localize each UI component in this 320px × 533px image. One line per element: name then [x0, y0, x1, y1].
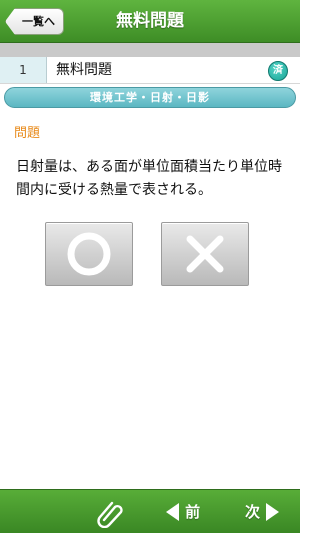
completed-badge: 済	[268, 61, 288, 81]
question-number: 1	[0, 57, 47, 83]
question-text: 日射量は、ある面が単位面積当たり単位時間内に受ける熱量で表される。	[16, 159, 282, 198]
circle-icon	[67, 232, 111, 276]
paperclip-icon	[97, 501, 123, 529]
question-title: 無料問題	[56, 62, 112, 78]
cross-icon	[186, 235, 224, 273]
top-bar: 一覧へ 無料問題	[0, 0, 300, 43]
previous-button[interactable]: 前	[164, 500, 200, 524]
previous-label: 前	[185, 503, 201, 521]
attachment-button[interactable]	[94, 496, 126, 529]
category-label: 環境工学・日射・日影	[4, 87, 296, 108]
chevron-left-icon	[166, 503, 179, 521]
chevron-right-icon	[266, 503, 280, 521]
next-label: 次	[245, 503, 261, 521]
bottom-toolbar: 前 次	[0, 489, 300, 533]
question-row: 1 無料問題 済	[0, 57, 300, 84]
true-answer-button[interactable]	[45, 222, 133, 286]
section-label: 問題	[14, 126, 41, 141]
page-title: 無料問題	[116, 11, 184, 31]
false-answer-button[interactable]	[161, 222, 249, 286]
next-button[interactable]: 次	[245, 500, 281, 524]
header-divider	[0, 43, 300, 57]
